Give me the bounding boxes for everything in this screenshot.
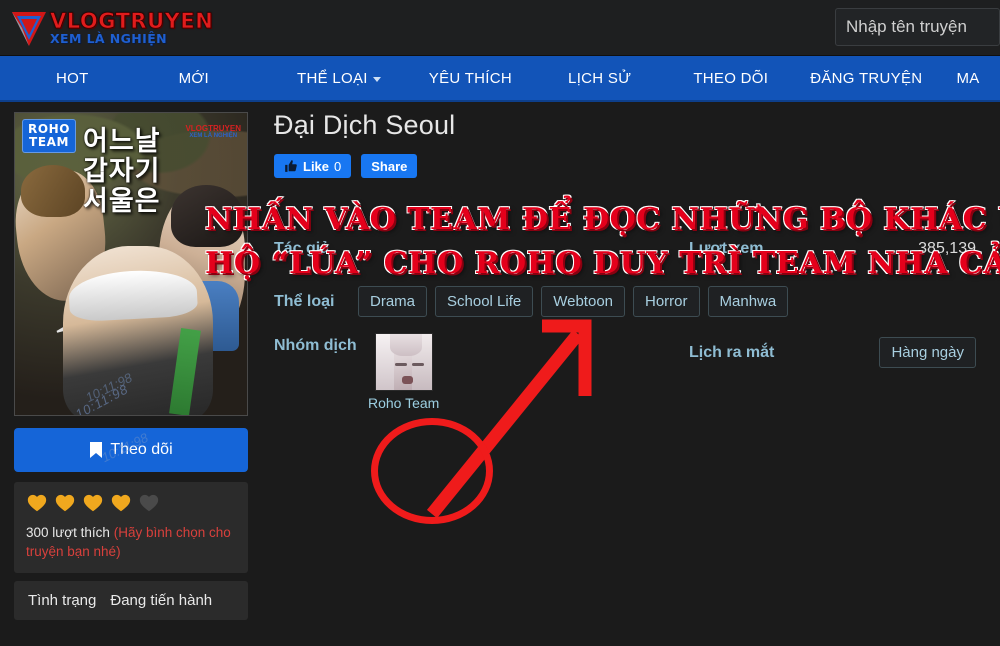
- site-header: VLOGTRUYEN XEM LÀ NGHIỆN: [0, 0, 1000, 56]
- nav-item-hot[interactable]: HOT: [50, 70, 95, 87]
- facebook-like-button[interactable]: Like 0: [274, 154, 352, 178]
- nav-item-yeu-thich[interactable]: YÊU THÍCH: [423, 70, 518, 87]
- cover-korean-title: 어느날 갑자기 서울은: [83, 127, 161, 217]
- likes-count: 300 lượt thích: [26, 525, 110, 540]
- cover-team-badge-line2: TEAM: [29, 135, 70, 149]
- detail-column: Đại Dịch Seoul Like 0 Share Tác giả Lượt…: [274, 110, 986, 411]
- nav-item-dang-truyen[interactable]: ĐĂNG TRUYỆN: [804, 70, 928, 87]
- schedule-cell: Lịch ra mắt Hàng ngày: [689, 337, 986, 368]
- thumbs-up-icon: [285, 160, 297, 172]
- schedule-label: Lịch ra mắt: [689, 343, 775, 361]
- search-input[interactable]: [835, 8, 1000, 46]
- nav-item-moi[interactable]: MỚI: [173, 70, 215, 87]
- logo-primary-text: VLOGTRUYEN: [50, 8, 214, 33]
- views-cell: Lượt xem 385,139: [689, 240, 986, 258]
- heart-icon-filled-1[interactable]: [26, 492, 48, 514]
- cover-korean-line2: 갑자기: [83, 156, 161, 187]
- nav-label: THEO DÕI: [693, 69, 769, 87]
- rating-hearts[interactable]: [26, 492, 236, 514]
- cover-korean-line1: 어느날: [83, 126, 161, 157]
- rating-panel: 300 lượt thích (Hãy bình chọn cho truyện…: [14, 482, 248, 573]
- genres-row: Thể loại Drama School Life Webtoon Horro…: [274, 286, 986, 317]
- nav-label: MỚI: [178, 69, 210, 87]
- genre-tag-webtoon[interactable]: Webtoon: [541, 286, 625, 317]
- avatar-bangs: [389, 334, 422, 356]
- group-label: Nhóm dịch: [274, 337, 357, 354]
- genre-tag-horror[interactable]: Horror: [633, 286, 700, 317]
- group-cell: Nhóm dịch Roho Team: [274, 333, 689, 411]
- cover-team-badge: ROHO TEAM: [22, 119, 77, 153]
- genre-tag-manhwa[interactable]: Manhwa: [707, 286, 789, 317]
- nav-label: ĐĂNG TRUYỆN: [810, 69, 923, 87]
- cover-character-right-hair: [171, 185, 243, 247]
- genre-tag-school-life[interactable]: School Life: [435, 286, 534, 317]
- avatar-eye-left: [394, 363, 407, 366]
- logo-mark-icon: [12, 12, 46, 46]
- nav-label: MA: [956, 69, 980, 87]
- facebook-share-button[interactable]: Share: [361, 154, 418, 178]
- views-value: 385,139: [918, 240, 976, 257]
- cover-watermark-sub: XEM LÀ NGHIỆN: [189, 133, 238, 139]
- avatar-mouth: [401, 376, 413, 384]
- cover-character-left-hair: [21, 165, 85, 217]
- likes-text-row: 300 lượt thích (Hãy bình chọn cho truyện…: [26, 523, 236, 561]
- nav-label: LỊCH SỬ: [568, 69, 632, 87]
- comic-cover-image[interactable]: ROHO TEAM 어느날 갑자기 서울은 VLOGTRUYEN XEM LÀ …: [14, 112, 248, 416]
- avatar-eye-right: [411, 363, 424, 366]
- genre-tag-drama[interactable]: Drama: [358, 286, 428, 317]
- heart-icon-filled-3[interactable]: [82, 492, 104, 514]
- social-buttons-row: Like 0 Share: [274, 154, 986, 178]
- status-value: Đang tiến hành: [110, 592, 213, 609]
- author-label: Tác giả: [274, 240, 330, 257]
- cover-team-badge-line1: ROHO: [28, 122, 71, 136]
- status-panel: Tình trạng Đang tiến hành: [14, 581, 248, 620]
- author-views-row: Tác giả Lượt xem 385,139: [274, 234, 986, 264]
- like-label: Like: [303, 158, 330, 174]
- nav-label: YÊU THÍCH: [428, 69, 513, 87]
- genres-label: Thể loại: [274, 292, 335, 310]
- schedule-tag[interactable]: Hàng ngày: [879, 337, 976, 368]
- page-title: Đại Dịch Seoul: [274, 110, 456, 140]
- nav-label: THỂ LOẠI: [297, 69, 368, 87]
- group-schedule-row: Nhóm dịch Roho Team Lịch ra mắt Hàng ngà…: [274, 333, 986, 411]
- sidebar-column: ROHO TEAM 어느날 갑자기 서울은 VLOGTRUYEN XEM LÀ …: [14, 112, 248, 620]
- cover-watermark: VLOGTRUYEN XEM LÀ NGHIỆN: [185, 124, 241, 140]
- nav-item-lich-su[interactable]: LỊCH SỬ: [562, 70, 637, 87]
- chevron-down-icon: [372, 77, 381, 82]
- heart-icon-filled-4[interactable]: [110, 492, 132, 514]
- main-content: ROHO TEAM 어느날 갑자기 서울은 VLOGTRUYEN XEM LÀ …: [0, 102, 1000, 646]
- site-logo[interactable]: VLOGTRUYEN XEM LÀ NGHIỆN: [10, 2, 213, 54]
- translation-group-name: Roho Team: [368, 395, 440, 411]
- share-label: Share: [371, 158, 408, 174]
- translation-group-avatar[interactable]: [374, 333, 433, 391]
- cover-watermark-main: VLOGTRUYEN: [185, 124, 241, 133]
- cover-korean-line3: 서울은: [83, 186, 161, 217]
- search-box[interactable]: [835, 8, 1000, 46]
- nav-item-the-loai[interactable]: THỂ LOẠI: [291, 70, 387, 87]
- nav-item-theo-doi[interactable]: THEO DÕI: [687, 70, 774, 87]
- translation-group-link[interactable]: Roho Team: [368, 333, 439, 411]
- status-label: Tình trạng: [28, 592, 97, 609]
- main-navigation: HOT MỚI THỂ LOẠI YÊU THÍCH LỊCH SỬ THEO …: [0, 56, 1000, 102]
- logo-secondary-text: XEM LÀ NGHIỆN: [50, 30, 167, 46]
- author-cell: Tác giả: [274, 240, 689, 258]
- like-count: 0: [334, 158, 342, 174]
- nav-label: HOT: [56, 69, 89, 87]
- views-label: Lượt xem: [689, 240, 764, 257]
- heart-icon-filled-2[interactable]: [54, 492, 76, 514]
- heart-icon-empty-5[interactable]: [138, 492, 160, 514]
- nav-item-ma[interactable]: MA: [950, 70, 985, 87]
